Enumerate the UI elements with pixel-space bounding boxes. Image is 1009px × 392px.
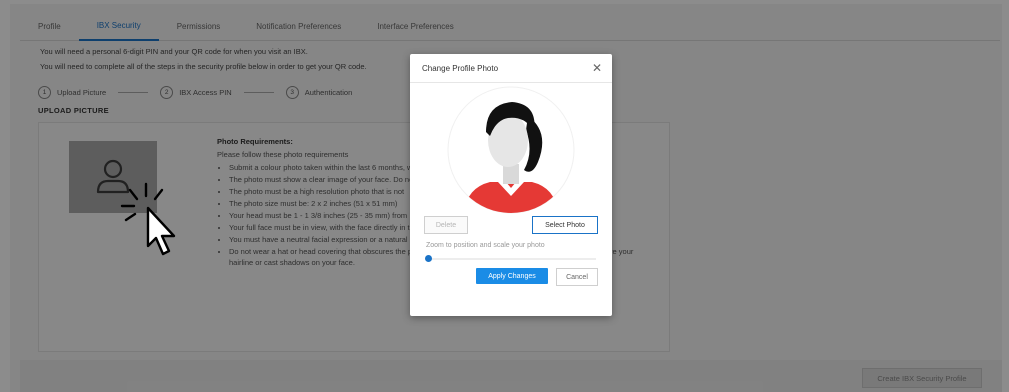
change-profile-photo-modal: Change Profile Photo ✕ Delete Select Pho… — [410, 54, 612, 316]
photo-actions: Delete Select Photo — [424, 216, 598, 234]
zoom-hint: Zoom to position and scale your photo — [426, 242, 545, 249]
modal-title: Change Profile Photo — [422, 63, 499, 73]
apply-changes-button[interactable]: Apply Changes — [476, 268, 548, 284]
cancel-button[interactable]: Cancel — [556, 268, 598, 286]
select-photo-button[interactable]: Select Photo — [532, 216, 598, 234]
modal-header: Change Profile Photo ✕ — [410, 54, 612, 83]
click-pointer-icon — [120, 182, 176, 256]
zoom-slider[interactable] — [425, 255, 596, 262]
close-icon[interactable]: ✕ — [592, 62, 602, 74]
zoom-slider-handle[interactable] — [425, 255, 432, 262]
zoom-slider-track[interactable] — [428, 258, 596, 260]
avatar-preview[interactable] — [446, 86, 576, 214]
delete-photo-button[interactable]: Delete — [424, 216, 468, 234]
